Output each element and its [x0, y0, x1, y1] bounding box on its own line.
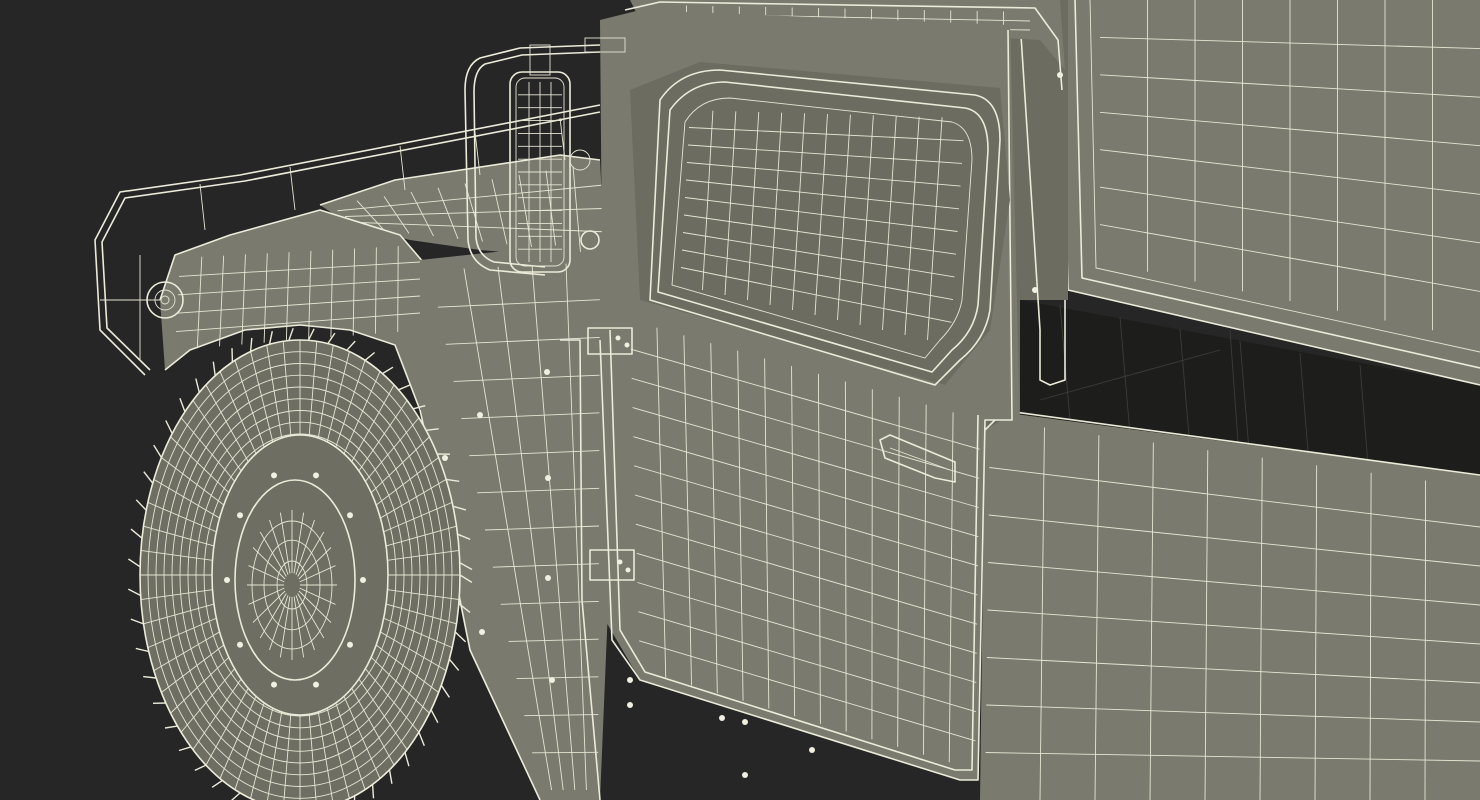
- vehicle-wireframe-render: [0, 0, 1480, 800]
- side-body-panel: [980, 407, 1480, 800]
- door: [587, 10, 1020, 781]
- front-tire: [139, 339, 461, 800]
- render-viewport: [0, 0, 1480, 800]
